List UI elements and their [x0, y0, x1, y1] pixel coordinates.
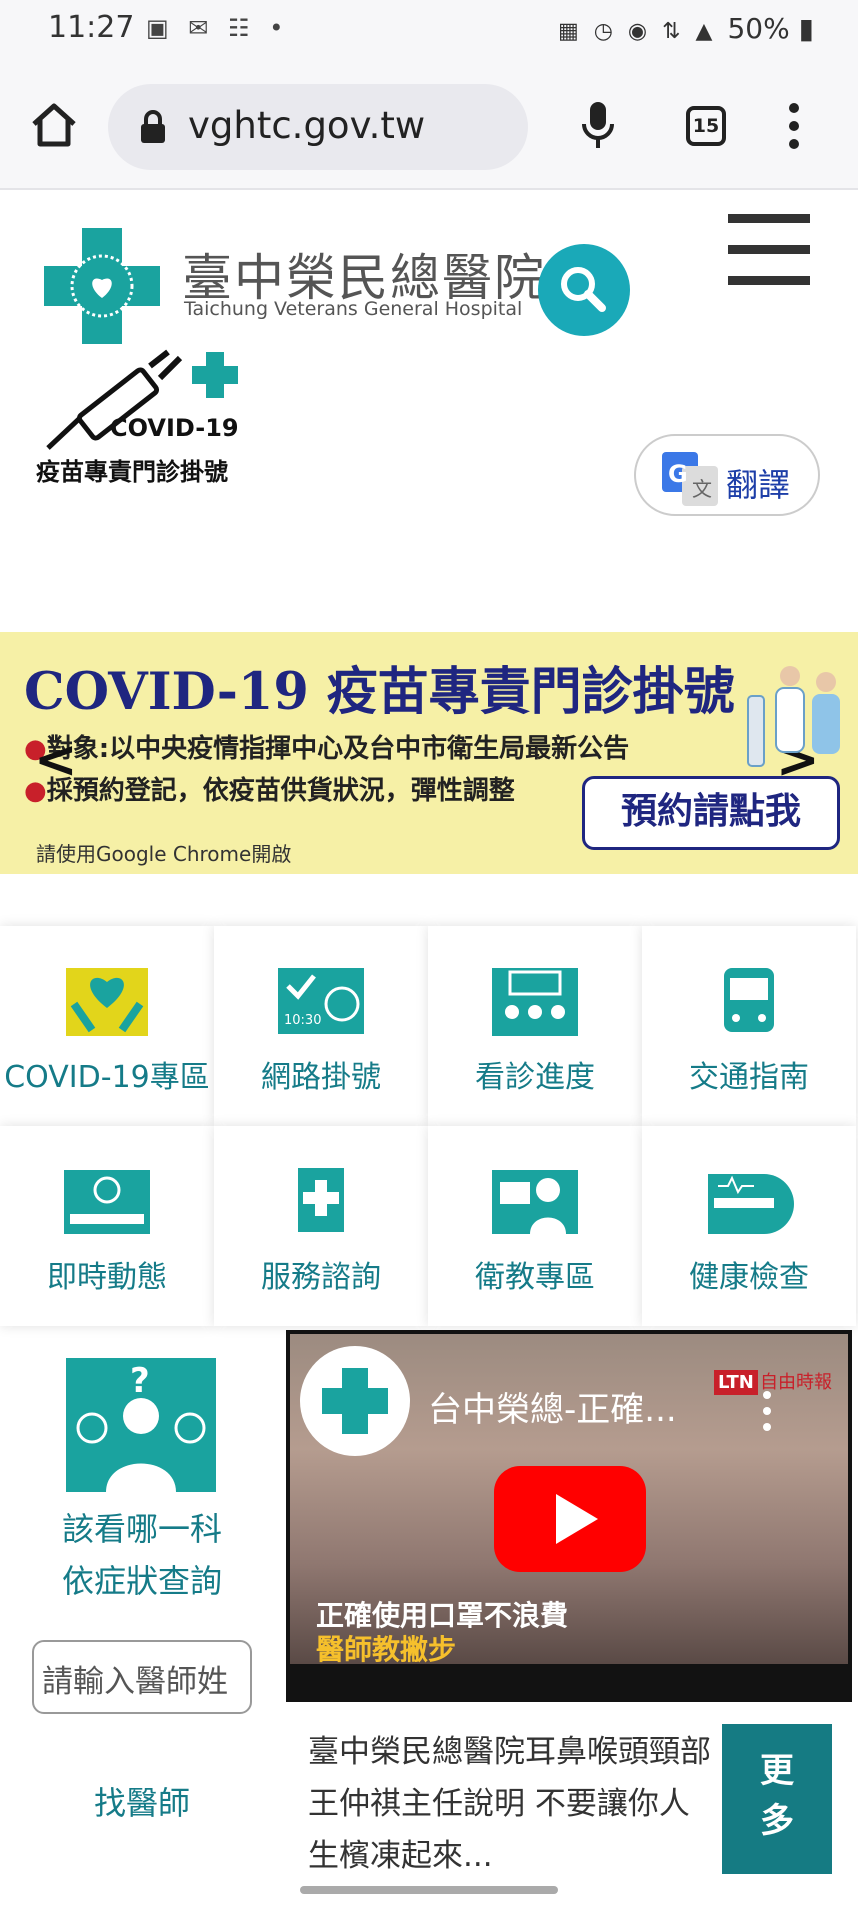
more-label-2: 多	[760, 1801, 794, 1841]
svg-text:?: ?	[130, 1361, 150, 1401]
symptom-doctor-icon[interactable]: ?	[66, 1358, 216, 1492]
symptom-line-1[interactable]: 該看哪一科	[0, 1504, 284, 1550]
banner-line-1-text: 對象:以中央疫情指揮中心及台中市衛生局最新公告	[46, 734, 630, 764]
status-time: 11:27	[48, 10, 135, 45]
hospital-logo-icon[interactable]	[44, 228, 160, 344]
tile-label: COVID-19專區	[4, 1060, 210, 1095]
more-label-1: 更	[760, 1751, 794, 1791]
video-menu-icon[interactable]	[762, 1390, 772, 1432]
url-text[interactable]: vghtc.gov.tw	[188, 104, 425, 147]
tile-label: 衛教專區	[475, 1260, 595, 1295]
hospital-name-en[interactable]: Taichung Veterans General Hospital	[184, 298, 522, 320]
tile-covid19[interactable]: COVID-19專區	[0, 926, 214, 1126]
vaccine-badge-subtitle[interactable]: 疫苗專責門診掛號	[36, 452, 228, 487]
video-caption-2: 醫師教撇步	[316, 1633, 457, 1666]
banner-prev-arrow[interactable]: <	[34, 730, 78, 790]
svg-text:G: G	[668, 460, 688, 488]
home-icon[interactable]	[28, 98, 80, 150]
svg-text:文: 文	[692, 477, 712, 501]
online-register-icon: 10:30	[278, 968, 364, 1034]
battery-level: 50%	[727, 12, 790, 45]
tile-label: 服務諮詢	[261, 1260, 381, 1295]
translate-label: 翻譯	[726, 466, 791, 504]
tile-label: 看診進度	[475, 1060, 595, 1095]
google-translate-icon: G 文	[662, 452, 718, 506]
medical-staff-illustration	[747, 666, 840, 767]
doctor-name-input[interactable]: 請輸入醫師姓	[32, 1640, 252, 1714]
microphone-icon[interactable]	[580, 100, 616, 150]
vaccine-badge-title[interactable]: COVID-19	[110, 414, 239, 442]
lock-icon[interactable]	[140, 110, 166, 144]
tile-health-education[interactable]: 衛教專區	[428, 1126, 642, 1326]
banner-note: 請使用Google Chrome開啟	[36, 842, 292, 866]
tab-switcher-button[interactable]: 15	[686, 106, 726, 146]
more-button[interactable]: 更 多	[722, 1724, 832, 1874]
video-title[interactable]: 台中榮總-正確...	[428, 1382, 677, 1431]
battery-icon: ▮	[789, 12, 814, 45]
channel-cross-icon	[322, 1368, 388, 1434]
tile-transport[interactable]: 交通指南	[642, 926, 856, 1126]
tile-health-check[interactable]: 健康檢查	[642, 1126, 856, 1326]
hamburger-menu-icon[interactable]	[728, 214, 810, 286]
hands-heart-icon	[66, 968, 148, 1036]
channel-logo-icon[interactable]	[300, 1346, 410, 1456]
tile-label: 健康檢查	[689, 1260, 809, 1295]
news-item[interactable]: 臺中榮民總醫院耳鼻喉頭頸部王仲祺主任說明 不要讓你人生檳凍起來...	[308, 1726, 716, 1882]
bus-icon	[724, 968, 774, 1032]
symptom-line-2[interactable]: 依症狀查詢	[0, 1556, 284, 1602]
more-options-icon[interactable]	[784, 102, 804, 150]
queue-board-icon	[492, 968, 578, 1036]
medical-kit-icon	[298, 1168, 344, 1232]
doctor-question-icon: ?	[76, 1361, 206, 1492]
tile-queue-progress[interactable]: 看診進度	[428, 926, 642, 1126]
banner-line-1: ●對象:以中央疫情指揮中心及台中市衛生局最新公告	[24, 734, 630, 764]
find-doctor-link[interactable]: 找醫師	[0, 1778, 284, 1824]
search-icon	[561, 267, 606, 312]
status-right: ▦ ◷ ◉ ⇅ ▲ 50% ▮	[558, 12, 814, 45]
nurse-icon	[492, 1170, 578, 1234]
tile-label: 網路掛號	[261, 1060, 381, 1095]
gesture-bar[interactable]	[300, 1886, 558, 1894]
play-icon	[556, 1494, 598, 1544]
banner-line-2-text: 採預約登記，依疫苗供貨狀況，彈性調整	[46, 776, 515, 806]
tile-online-register[interactable]: 10:30 網路掛號	[214, 926, 428, 1126]
tile-live-status[interactable]: 即時動態	[0, 1126, 214, 1326]
scanner-icon	[708, 1174, 794, 1234]
svg-text:10:30: 10:30	[284, 1013, 321, 1028]
search-button[interactable]	[538, 244, 630, 336]
notification-icons: ▣ ✉ ☷ •	[146, 14, 290, 42]
tile-label: 交通指南	[689, 1060, 809, 1095]
tile-service-inquiry[interactable]: 服務諮詢	[214, 1126, 428, 1326]
signal-icons: ▦ ◷ ◉ ⇅ ▲	[557, 19, 728, 44]
banner-title: COVID-19 疫苗專責門診掛號	[24, 662, 735, 722]
tile-label: 即時動態	[47, 1260, 167, 1295]
banner-line-2: ●採預約登記，依疫苗供貨狀況，彈性調整	[24, 776, 515, 806]
ltn-logo: LTN	[714, 1370, 758, 1395]
question-bed-icon	[64, 1170, 150, 1234]
